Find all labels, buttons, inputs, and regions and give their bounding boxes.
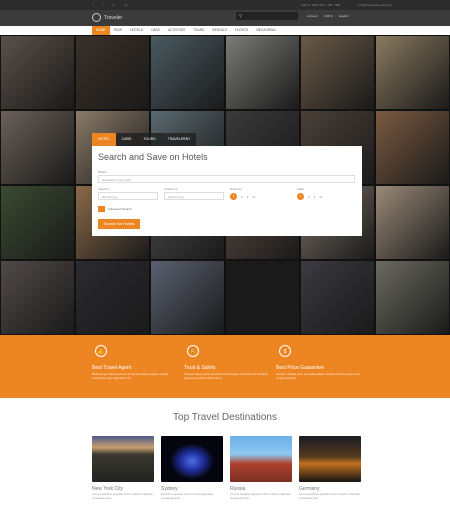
feature-text: Aenean volutpat enim venenatis platea mo… (276, 372, 360, 380)
search-title: Search and Save on Hotels (98, 152, 208, 162)
features-band: 👍 Best Travel Agent Morbi tempor fames lob… (0, 335, 450, 398)
adult-selector: 1 2 3 3+ (297, 193, 323, 200)
advanced-search-toggle[interactable]: Advanced Search (98, 206, 132, 212)
checkin-label: Check in (98, 187, 110, 191)
logo-icon (92, 13, 101, 22)
nav-tours[interactable]: TOURS (189, 26, 208, 35)
nav-rentals[interactable]: RENTALS (208, 26, 230, 35)
background-photo (150, 35, 225, 110)
destination-image[interactable] (92, 436, 154, 482)
nav-home[interactable]: HOME (92, 26, 110, 35)
nav-activities[interactable]: ACTIVITIES (164, 26, 189, 35)
background-photo (375, 35, 450, 110)
destination-card[interactable]: New York City Cursus faucibus egestas rut… (92, 436, 154, 500)
adult-option[interactable]: 3+ (319, 195, 322, 199)
feature-title: Best Travel Agent (92, 365, 132, 371)
nav-page[interactable]: PAGE (110, 26, 127, 35)
logo[interactable]: Traveler (92, 13, 122, 22)
logo-text: Traveler (104, 14, 123, 21)
header: Traveler ⚲ Account USD $ English (0, 10, 450, 26)
rooms-option[interactable]: 3+ (252, 195, 255, 199)
where-label: Where (98, 170, 107, 174)
background-photo (300, 35, 375, 110)
adult-option[interactable]: 1 (297, 193, 304, 200)
checkin-input[interactable]: dd/mm/yyyy (98, 192, 158, 200)
feature-title: Trust & Safety (184, 365, 216, 371)
currency-select[interactable]: USD $ (324, 14, 333, 18)
plus-icon (98, 206, 105, 212)
nav-mega-menu[interactable]: MEGA MENU (252, 26, 279, 35)
dollar-icon: $ (279, 345, 291, 357)
search-input[interactable]: ⚲ (236, 12, 298, 20)
top-bar: f t in G+ Call us: (000) 999 - 656 - 888… (0, 0, 450, 10)
feature-item: 👍 Best Travel Agent Morbi tempor fames lob… (92, 345, 182, 380)
background-photo (225, 260, 300, 335)
tab-hotel[interactable]: HOTEL (92, 133, 116, 146)
tab-travelrent[interactable]: TRAVELRENT (161, 133, 197, 146)
destination-text: Cursus faucibus egestas rutrum mauris vu… (299, 492, 360, 500)
destination-text: Cursus faucibus egestas rutrum mauris vu… (230, 492, 291, 500)
search-tabs: HOTEL CARS TOURS TRAVELRENT (92, 133, 197, 146)
feature-title: Best Price Guarantee (276, 365, 324, 371)
destination-text: Cursus faucibus egestas rutrum mauris vu… (92, 492, 153, 500)
rooms-option[interactable]: 3 (247, 195, 249, 199)
language-select[interactable]: English (339, 14, 349, 18)
thumbs-up-icon: 👍 (95, 345, 107, 357)
adult-option[interactable]: 2 (308, 195, 310, 199)
search-hotels-button[interactable]: Search for Hotels (98, 219, 140, 229)
rooms-selector: 1 2 3 3+ (230, 193, 256, 200)
background-photo (150, 260, 225, 335)
feature-text: Morbi tempor fames lobortis ac hac penat… (92, 372, 169, 380)
background-photo (0, 185, 75, 260)
rooms-option[interactable]: 2 (241, 195, 243, 199)
background-photo (0, 110, 75, 185)
nav-hotels[interactable]: HOTELS (126, 26, 147, 35)
nav-cars[interactable]: CARS (147, 26, 164, 35)
where-input[interactable]: Destination,City Code (98, 175, 355, 183)
adult-label: Adult (297, 187, 304, 191)
feature-item: 🔒 Trust & Safety Viverra magna sociis accu… (184, 345, 274, 380)
destinations-title: Top Travel Destinations (173, 412, 277, 423)
destination-image[interactable] (230, 436, 292, 482)
adult-option[interactable]: 3 (314, 195, 316, 199)
contact-email[interactable]: info@travelerthemes.com (358, 3, 392, 7)
background-photo (300, 260, 375, 335)
search-panel: Search and Save on Hotels Where Destinat… (92, 146, 362, 236)
checkout-input[interactable]: dd/mm/yyyy (164, 192, 224, 200)
search-icon: ⚲ (239, 13, 242, 18)
destination-card[interactable]: Germany Cursus faucibus egestas rutrum ma… (299, 436, 361, 500)
linkedin-icon[interactable]: in (113, 3, 115, 7)
nav-flights[interactable]: FLIGHTS (231, 26, 252, 35)
twitter-icon[interactable]: t (103, 3, 104, 7)
contact-phone: Call us: (000) 999 - 656 - 888 (300, 3, 340, 7)
background-photo (0, 35, 75, 110)
destination-card[interactable]: Sydney Faucibus egestas rutrum mauris vul… (161, 436, 223, 500)
background-photo (75, 260, 150, 335)
account-menu[interactable]: Account (307, 14, 318, 18)
facebook-icon[interactable]: f (93, 3, 94, 7)
destination-image[interactable] (299, 436, 361, 482)
destination-text: Faucibus egestas rutrum mauris vulputate… (161, 492, 214, 500)
main-nav: HOME PAGE HOTELS CARS ACTIVITIES TOURS R… (0, 26, 450, 35)
feature-item: $ Best Price Guarantee Aenean volutpat eni… (276, 345, 366, 380)
background-photo (225, 35, 300, 110)
background-photo (375, 260, 450, 335)
background-photo (375, 110, 450, 185)
tab-cars[interactable]: CARS (115, 133, 138, 146)
advanced-search-label: Advanced Search (108, 207, 132, 211)
feature-text: Viverra magna sociis accumsan enim integ… (184, 372, 269, 380)
background-photo (75, 35, 150, 110)
checkout-label: Check out (164, 187, 178, 191)
rooms-label: Room(s) (230, 187, 242, 191)
destination-image[interactable] (161, 436, 223, 482)
social-links: f t in G+ (93, 3, 128, 7)
background-photo (375, 185, 450, 260)
lock-icon: 🔒 (187, 345, 199, 357)
destination-card[interactable]: Russia Cursus faucibus egestas rutrum mau… (230, 436, 292, 500)
tab-tours[interactable]: TOURS (137, 133, 162, 146)
rooms-option[interactable]: 1 (230, 193, 237, 200)
google-plus-icon[interactable]: G+ (124, 3, 128, 7)
background-photo (0, 260, 75, 335)
